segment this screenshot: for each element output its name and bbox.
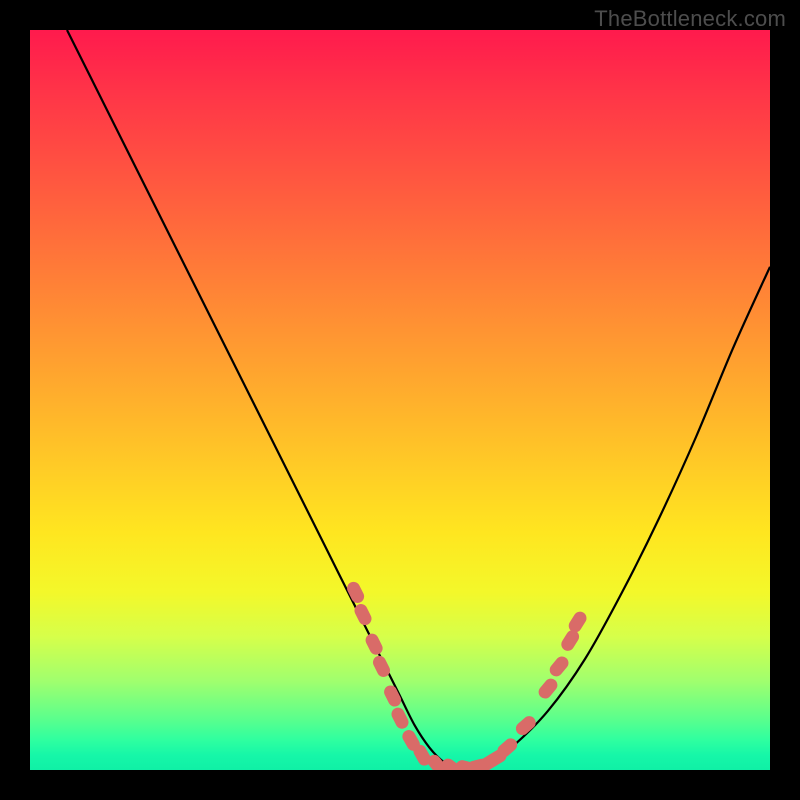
curve-marker xyxy=(547,654,571,679)
curve-marker xyxy=(363,631,384,656)
outer-frame: TheBottleneck.com xyxy=(0,0,800,800)
marker-pill xyxy=(513,713,538,737)
marker-pill xyxy=(547,654,571,679)
bottleneck-curve xyxy=(67,30,770,770)
marker-pill xyxy=(536,676,560,701)
plot-area xyxy=(30,30,770,770)
watermark-text: TheBottleneck.com xyxy=(594,6,786,32)
marker-pill xyxy=(363,631,384,656)
curve-marker xyxy=(536,676,560,701)
marker-layer xyxy=(345,580,589,770)
curve-marker xyxy=(513,713,538,737)
curve-layer xyxy=(67,30,770,770)
chart-svg xyxy=(30,30,770,770)
